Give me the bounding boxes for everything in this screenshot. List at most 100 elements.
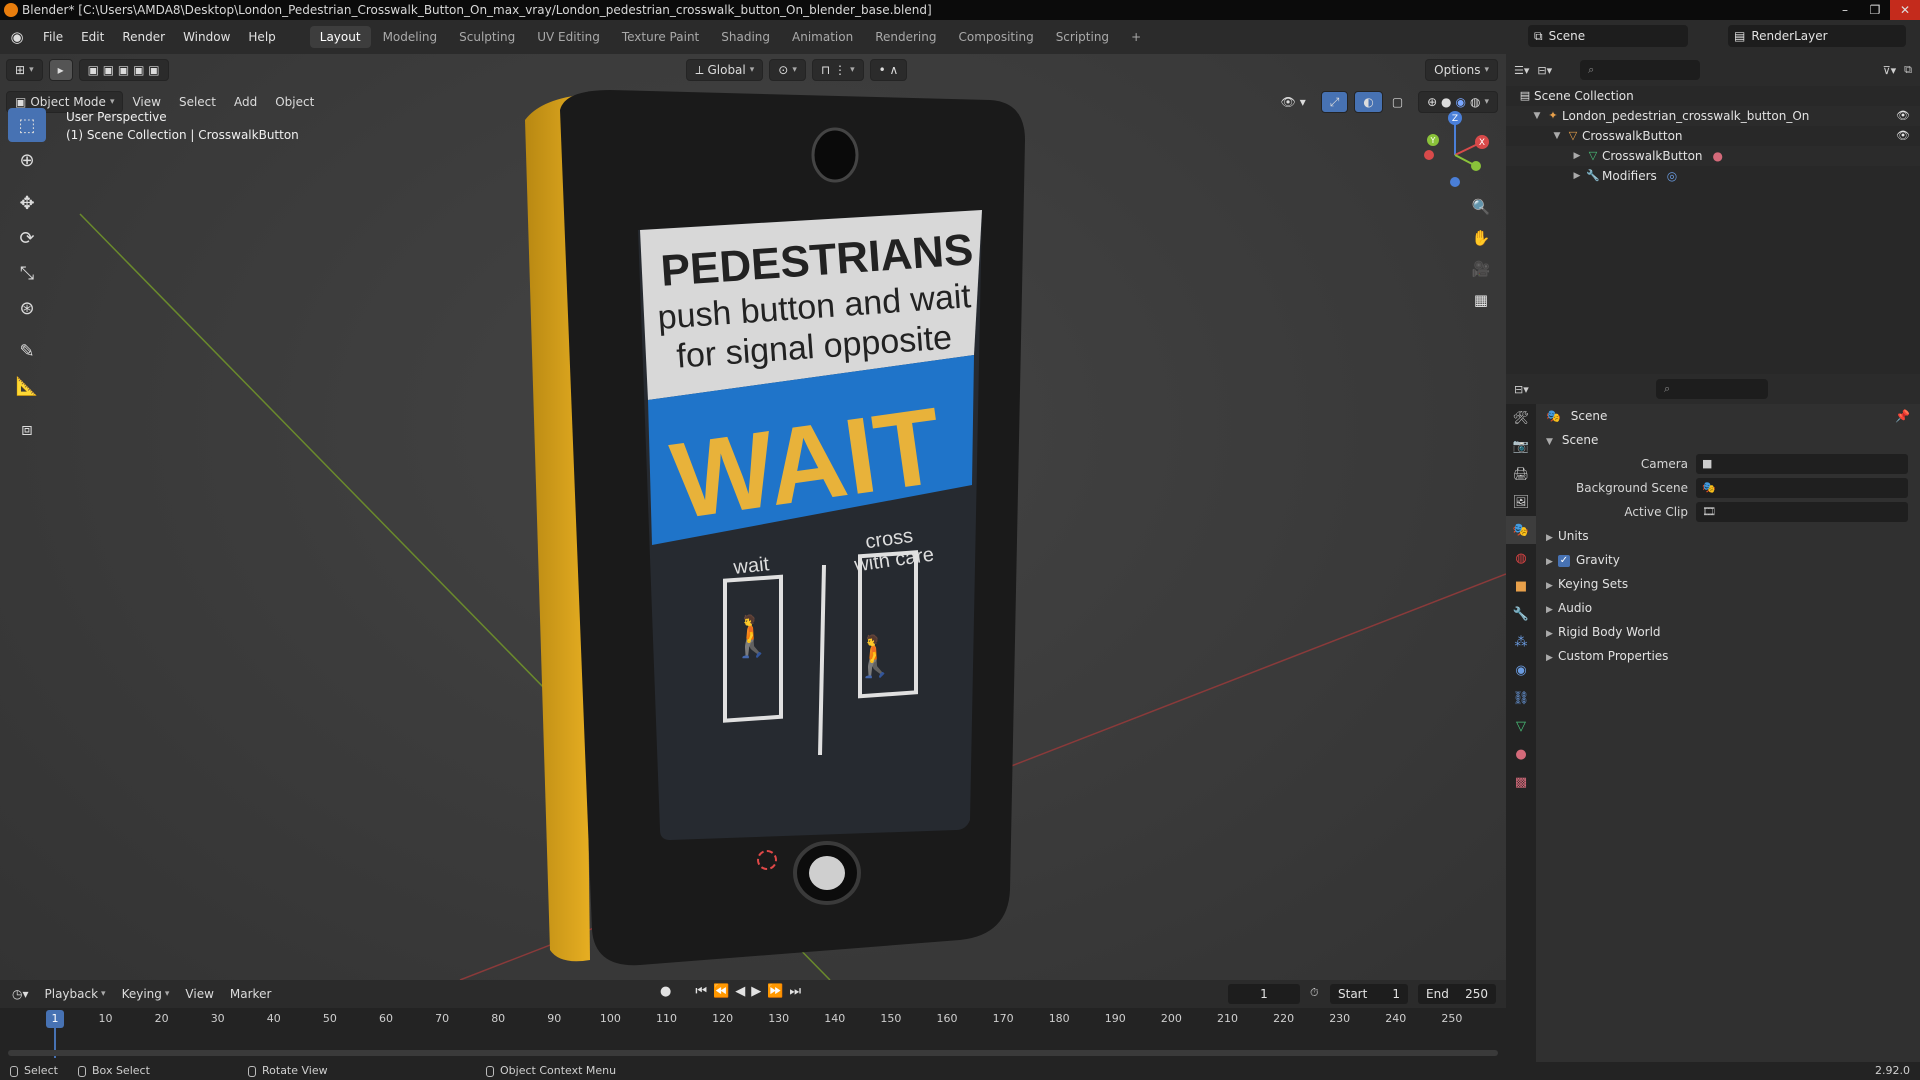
render-tab-icon[interactable]: 📷: [1506, 432, 1536, 460]
navigation-gizmo[interactable]: Z X Y: [1410, 110, 1500, 200]
units-panel-header[interactable]: ▶ Units: [1536, 524, 1920, 548]
marker-menu[interactable]: Marker: [222, 987, 279, 1001]
maximize-button[interactable]: ❐: [1860, 0, 1890, 20]
outliner-row[interactable]: ▶ ▽ CrosswalkButton ●: [1506, 146, 1920, 166]
material-icon[interactable]: ●: [1713, 146, 1723, 166]
keying-menu[interactable]: Keying ▾: [114, 987, 178, 1001]
3d-cursor-icon[interactable]: [757, 850, 777, 870]
pin-icon[interactable]: 📌: [1895, 404, 1910, 428]
tab-texture-paint[interactable]: Texture Paint: [612, 26, 709, 48]
tab-uv-editing[interactable]: UV Editing: [527, 26, 610, 48]
menu-help[interactable]: Help: [239, 20, 284, 54]
gizmo-neg-z[interactable]: [1450, 177, 1460, 187]
start-frame-field[interactable]: Start 1: [1330, 984, 1408, 1004]
play-icon[interactable]: ▶: [751, 984, 761, 999]
outliner-row[interactable]: ▤ Scene Collection: [1506, 86, 1920, 106]
new-collection-icon[interactable]: ⧉: [1904, 63, 1912, 77]
filter-icon[interactable]: ⊽▾: [1883, 64, 1897, 77]
scene-panel-header[interactable]: ▼ Scene: [1536, 428, 1920, 452]
view-layer-tab-icon[interactable]: 🖼: [1506, 488, 1536, 516]
playhead-frame[interactable]: 1: [46, 1010, 64, 1028]
display-mode-icon[interactable]: ⊟▾: [1537, 64, 1552, 77]
select-box-tool-icon[interactable]: ⬚: [8, 108, 46, 142]
camera-view-icon[interactable]: 🎥: [1466, 254, 1496, 284]
add-cube-tool-icon[interactable]: ⧈: [8, 412, 46, 446]
select-mode-buttons[interactable]: ▣ ▣ ▣ ▣ ▣: [78, 59, 169, 81]
material-tab-icon[interactable]: ●: [1506, 740, 1536, 768]
properties-editor-icon[interactable]: ⊟▾: [1514, 383, 1529, 396]
particles-tab-icon[interactable]: ⁂: [1506, 628, 1536, 656]
rotate-tool-icon[interactable]: ⟳: [8, 221, 46, 255]
gravity-panel-header[interactable]: ▶ ✓ Gravity: [1536, 548, 1920, 572]
custom-properties-panel-header[interactable]: ▶ Custom Properties: [1536, 644, 1920, 668]
modifier-icon[interactable]: ◎: [1667, 166, 1677, 186]
minimize-button[interactable]: –: [1830, 0, 1860, 20]
scene-tab-icon[interactable]: 🎭: [1506, 516, 1536, 544]
jump-end-icon[interactable]: ⏭: [789, 984, 801, 999]
timeline-scrollbar[interactable]: [8, 1050, 1498, 1056]
push-button[interactable]: [809, 856, 845, 890]
visibility-eye-icon[interactable]: 👁: [1896, 106, 1910, 126]
proportional-edit-toggle[interactable]: • ∧: [869, 59, 908, 81]
move-tool-icon[interactable]: ✥: [8, 186, 46, 220]
properties-search-input[interactable]: ⌕: [1656, 379, 1768, 399]
editor-type-button[interactable]: ⊞ ▾: [6, 59, 43, 81]
snap-toggle[interactable]: ⊓ ⋮ ▾: [811, 59, 864, 81]
outliner-row[interactable]: ▶ 🔧 Modifiers ◎: [1506, 166, 1920, 186]
current-frame-field[interactable]: 1: [1228, 984, 1300, 1004]
background-scene-field[interactable]: 🎭: [1696, 478, 1908, 498]
viewport-menu-select[interactable]: Select: [170, 95, 225, 109]
outliner-row[interactable]: ▼ ✦ London_pedestrian_crosswalk_button_O…: [1506, 106, 1920, 126]
viewport-menu-add[interactable]: Add: [225, 95, 266, 109]
prev-keyframe-icon[interactable]: ⏪: [713, 984, 729, 999]
rigid-body-world-panel-header[interactable]: ▶ Rigid Body World: [1536, 620, 1920, 644]
output-tab-icon[interactable]: 🖨: [1506, 460, 1536, 488]
options-dropdown[interactable]: Options ▾: [1425, 59, 1498, 81]
timeline-editor-icon[interactable]: ◷▾: [0, 987, 37, 1001]
view-layer-selector[interactable]: ▤ RenderLayer: [1728, 25, 1906, 47]
menu-file[interactable]: File: [34, 20, 72, 54]
select-tool-button[interactable]: ▸: [48, 59, 73, 81]
jump-start-icon[interactable]: ⏮: [695, 984, 707, 999]
play-reverse-icon[interactable]: ◀: [735, 984, 745, 999]
add-workspace-button[interactable]: +: [1121, 26, 1151, 48]
gravity-checkbox[interactable]: ✓: [1558, 554, 1570, 567]
tab-animation[interactable]: Animation: [782, 26, 863, 48]
data-tab-icon[interactable]: ▽: [1506, 712, 1536, 740]
tab-sculpting[interactable]: Sculpting: [449, 26, 525, 48]
gizmo-neg-y[interactable]: [1471, 161, 1481, 171]
pivot-point-dropdown[interactable]: ⊙ ▾: [769, 59, 806, 81]
outliner-editor-icon[interactable]: ☰▾: [1514, 64, 1529, 77]
camera-field[interactable]: ■: [1696, 454, 1908, 474]
close-button[interactable]: ✕: [1890, 0, 1920, 20]
xray-toggle[interactable]: ▢: [1383, 95, 1412, 109]
active-clip-field[interactable]: 🎞: [1696, 502, 1908, 522]
tab-shading[interactable]: Shading: [711, 26, 780, 48]
visibility-eye-icon[interactable]: 👁: [1896, 126, 1910, 146]
cursor-tool-icon[interactable]: ⊕: [8, 143, 46, 177]
world-tab-icon[interactable]: ◍: [1506, 544, 1536, 572]
keying-sets-panel-header[interactable]: ▶ Keying Sets: [1536, 572, 1920, 596]
zoom-icon[interactable]: 🔍: [1466, 192, 1496, 222]
tab-rendering[interactable]: Rendering: [865, 26, 946, 48]
gizmo-neg-x[interactable]: [1424, 150, 1434, 160]
tab-compositing[interactable]: Compositing: [948, 26, 1043, 48]
frame-ruler[interactable]: 10 20 30 40 50 60 70 80 90 100 110 120 130 140 150 160 1…: [0, 1008, 1506, 1030]
outliner-row[interactable]: ▼ ▽ CrosswalkButton 👁: [1506, 126, 1920, 146]
menu-render[interactable]: Render: [113, 20, 174, 54]
blender-menu-icon[interactable]: ◉: [0, 28, 34, 46]
viewport-menu-view[interactable]: View: [123, 95, 169, 109]
visibility-icon[interactable]: 👁 ▾: [1272, 95, 1315, 109]
tab-layout[interactable]: Layout: [309, 26, 371, 48]
outliner-search-input[interactable]: ⌕: [1580, 60, 1701, 80]
expand-arrow-icon[interactable]: ▼: [1530, 106, 1544, 126]
expand-arrow-icon[interactable]: ▶: [1570, 166, 1584, 186]
tab-scripting[interactable]: Scripting: [1046, 26, 1119, 48]
preview-range-icon[interactable]: ⏱: [1310, 986, 1319, 1000]
overlay-toggle[interactable]: ◐: [1354, 91, 1383, 113]
object-tab-icon[interactable]: ■: [1506, 572, 1536, 600]
scene-selector[interactable]: ⧉ Scene: [1528, 25, 1688, 47]
tool-tab-icon[interactable]: 🛠: [1506, 404, 1536, 432]
pan-hand-icon[interactable]: ✋: [1466, 223, 1496, 253]
modifier-tab-icon[interactable]: 🔧: [1506, 600, 1536, 628]
